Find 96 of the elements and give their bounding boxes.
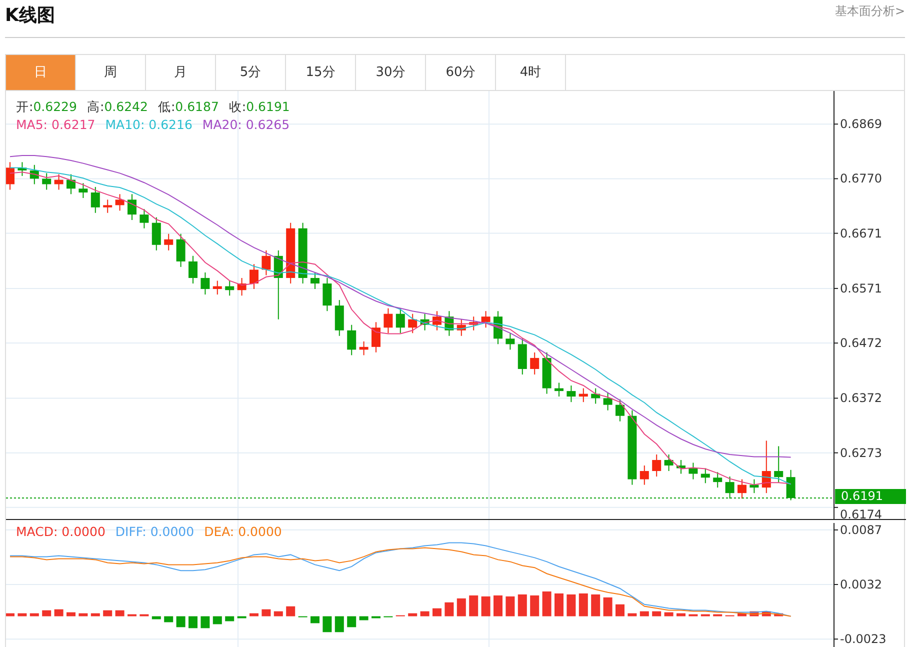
candlestick	[78, 182, 88, 198]
axis-label: 0.6472	[840, 336, 882, 350]
candlestick	[700, 468, 710, 484]
axis-label: -0.0023	[840, 632, 886, 646]
candlestick	[152, 216, 161, 251]
legend-name: MA10:	[105, 117, 145, 132]
candlestick	[616, 398, 624, 422]
candlestick	[262, 250, 271, 276]
candlestick	[554, 382, 564, 398]
candlestick	[372, 322, 380, 353]
page-title: K线图	[5, 4, 55, 28]
candlestick	[18, 162, 27, 176]
candlestick	[286, 222, 296, 284]
candlestick	[212, 280, 222, 296]
candlestick	[274, 250, 283, 320]
candlestick	[176, 233, 186, 268]
candlestick	[456, 318, 466, 336]
candlestick	[66, 174, 76, 195]
axis-label: 0.6372	[840, 391, 882, 406]
axis-label: 0.6571	[840, 281, 882, 296]
quote-value: 0.6242	[104, 99, 148, 114]
legend-name: DEA:	[204, 524, 234, 539]
legend-value: 0.6216	[148, 117, 192, 132]
candlestick	[578, 388, 588, 403]
axis-label: 0.0087	[840, 522, 882, 537]
quote-value: 0.6191	[246, 99, 290, 114]
quote-value: 0.6229	[33, 99, 77, 114]
candlestick	[640, 465, 649, 486]
candlestick	[469, 316, 478, 331]
axis-label: 0.6770	[840, 172, 882, 186]
candlestick	[408, 313, 418, 334]
legend-value: 0.6265	[244, 117, 290, 132]
quote-label: 收:	[228, 99, 246, 114]
candlestick	[506, 332, 515, 350]
legend-name: MA20:	[202, 117, 242, 132]
candlestick	[164, 233, 174, 251]
legend-name: MACD:	[16, 524, 58, 539]
legend-value: 0.0000	[237, 524, 282, 539]
candlestick	[6, 162, 14, 190]
candlestick	[140, 208, 149, 229]
axis-label: 0.6671	[840, 226, 882, 240]
candlestick	[128, 194, 136, 221]
candlestick	[225, 280, 234, 296]
candlestick	[188, 255, 198, 284]
candlestick	[420, 313, 430, 331]
candlestick	[250, 264, 258, 290]
candlestick	[359, 340, 368, 356]
legend-value: 0.0000	[149, 524, 194, 539]
candlestick	[444, 310, 454, 336]
candlestick	[54, 174, 64, 190]
candlestick	[542, 352, 552, 394]
candlestick	[103, 199, 112, 214]
candlestick	[774, 446, 784, 484]
candlestick	[494, 310, 502, 345]
candlestick	[334, 300, 344, 336]
legend-value: 0.6217	[50, 117, 96, 132]
quote-label: 低:	[158, 99, 176, 114]
candlestick	[688, 462, 698, 480]
candlestick	[676, 459, 686, 474]
candlestick	[591, 388, 600, 404]
candlestick	[762, 440, 771, 494]
candlestick	[530, 352, 540, 375]
candlestick	[237, 277, 246, 296]
axis-label: 0.0032	[840, 578, 882, 592]
candlestick	[310, 272, 320, 290]
fundamental-analysis-link[interactable]: 基本面分析>	[834, 2, 905, 20]
candlestick	[396, 308, 405, 334]
candlestick	[664, 454, 674, 472]
candlestick	[481, 310, 490, 328]
last-price-tag: 0.6191	[835, 489, 906, 504]
axis-label: 0.6174	[840, 507, 882, 519]
candlestick	[115, 194, 124, 212]
candlestick	[42, 172, 52, 190]
candlestick	[713, 472, 722, 488]
candlestick	[322, 277, 332, 312]
candlestick	[432, 310, 442, 331]
candlestick	[566, 385, 576, 403]
candlestick	[738, 478, 746, 500]
candlestick	[652, 454, 662, 478]
candlestick	[298, 222, 308, 284]
candlestick	[30, 164, 39, 185]
legend-value: 0.0000	[60, 524, 106, 539]
axis-label: 0.6273	[840, 446, 882, 460]
candlestick	[603, 392, 612, 411]
candlestick	[200, 272, 210, 296]
candlestick	[518, 338, 527, 375]
quote-label: 高:	[86, 99, 104, 114]
legend-name: MA5:	[16, 117, 48, 132]
candlestick	[90, 186, 100, 214]
candlestick	[347, 324, 356, 356]
candlestick	[750, 478, 759, 494]
quote-value: 0.6187	[175, 99, 219, 114]
quote-label: 开:	[16, 99, 34, 114]
axis-label: 0.6869	[840, 117, 882, 132]
candlestick	[384, 308, 393, 334]
legend-name: DIFF:	[115, 524, 146, 539]
